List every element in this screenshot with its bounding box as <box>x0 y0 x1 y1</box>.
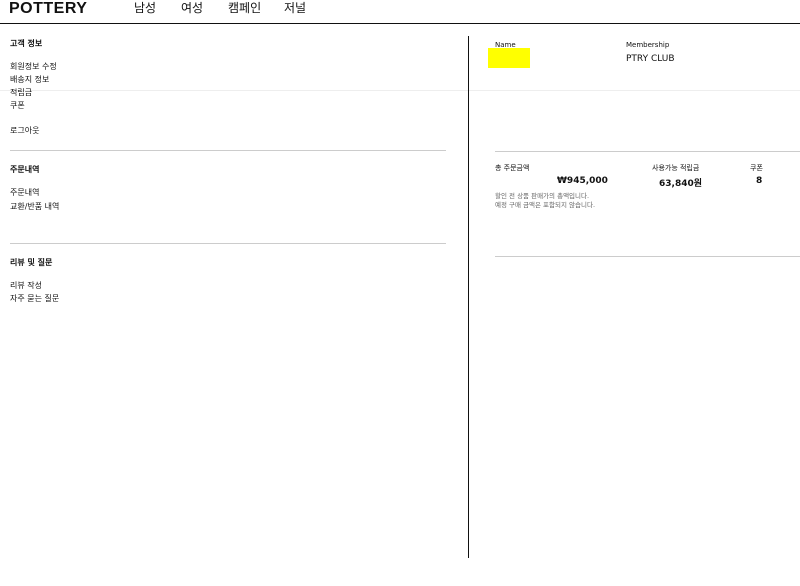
membership-value: PTRY CLUB <box>626 54 675 64</box>
menu-logout[interactable]: 로그아웃 <box>10 126 39 136</box>
coupon-label: 쿠폰 <box>750 164 763 172</box>
menu-coupons[interactable]: 쿠폰 <box>10 101 25 111</box>
nav-item-women[interactable]: 여성 <box>181 1 203 15</box>
menu-shipping-info[interactable]: 배송지 정보 <box>10 75 49 85</box>
menu-edit-profile[interactable]: 회원정보 수정 <box>10 62 57 72</box>
total-order-label: 총 주문금액 <box>495 164 530 172</box>
section-title-reviews: 리뷰 및 질문 <box>10 258 53 267</box>
menu-write-review[interactable]: 리뷰 작성 <box>10 281 42 291</box>
membership-label: Membership <box>626 41 670 49</box>
coupon-count: 8 <box>756 176 763 186</box>
summary-bottom-divider <box>495 256 800 257</box>
nav-item-campaign[interactable]: 캠페인 <box>228 1 261 15</box>
divider <box>10 150 446 151</box>
menu-order-history[interactable]: 주문내역 <box>10 188 39 198</box>
divider <box>10 243 446 244</box>
summary-note-2: 예정 구매 금액은 포함되지 않습니다. <box>495 201 596 209</box>
section-title-orders: 주문내역 <box>10 165 40 174</box>
name-value-highlight <box>488 48 530 68</box>
menu-faq[interactable]: 자주 묻는 질문 <box>10 294 59 304</box>
menu-exchange-return[interactable]: 교환/반품 내역 <box>10 202 59 212</box>
column-divider <box>468 36 469 558</box>
menu-points[interactable]: 적립금 <box>10 88 32 98</box>
header: POTTERY 남성 여성 캠페인 저널 <box>0 0 800 24</box>
total-order-value: ₩945,000 <box>557 176 608 186</box>
nav-item-men[interactable]: 남성 <box>134 1 156 15</box>
summary-top-divider <box>495 151 800 152</box>
nav-item-journal[interactable]: 저널 <box>284 1 306 15</box>
available-points-value: 63,840원 <box>659 179 703 189</box>
mypage-sidebar: 고객 정보 회원정보 수정 배송지 정보 적립금 쿠폰 로그아웃 주문내역 주문… <box>0 24 460 586</box>
available-points-label: 사용가능 적립금 <box>652 164 700 172</box>
logo[interactable]: POTTERY <box>9 0 87 18</box>
section-title-customer-info: 고객 정보 <box>10 39 43 48</box>
